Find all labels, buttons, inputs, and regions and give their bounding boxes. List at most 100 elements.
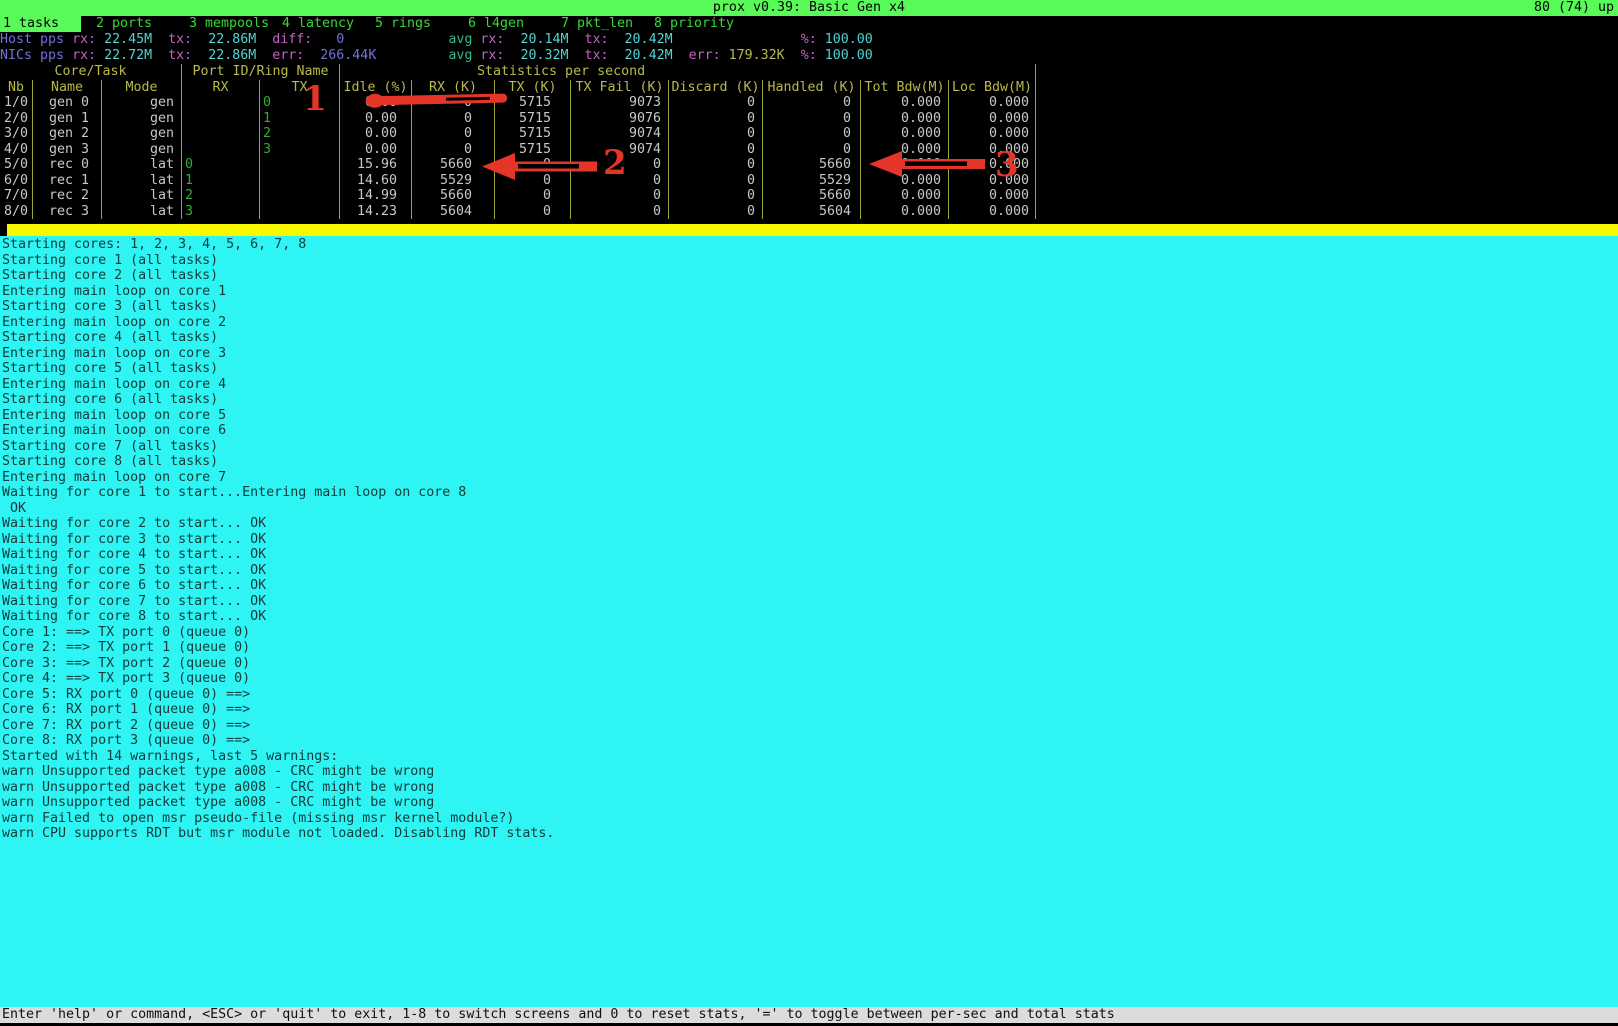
table-cell: 15.96 <box>340 157 412 173</box>
log-line: Waiting for core 3 to start... OK <box>2 532 1618 548</box>
table-cell: 9074 <box>571 142 669 158</box>
table-cell: 0.000 <box>861 173 949 189</box>
table-cell: 14.60 <box>340 173 412 189</box>
prox-terminal[interactable]: prox v0.39: Basic Gen x4 80 (74) up 1 ta… <box>0 0 1618 1026</box>
table-cell: gen <box>102 142 182 158</box>
table-cell <box>260 188 340 204</box>
table-cell: 0 <box>495 204 571 220</box>
log-line: warn CPU supports RDT but msr module not… <box>2 826 1618 842</box>
log-line: Starting core 8 (all tasks) <box>2 454 1618 470</box>
log-line: Entering main loop on core 2 <box>2 315 1618 331</box>
table-cell: 0.000 <box>949 204 1036 220</box>
table-cell: gen 0 <box>33 95 102 111</box>
log-line: Waiting for core 6 to start... OK <box>2 578 1618 594</box>
table-cell: 0 <box>571 157 669 173</box>
table-cell: 5529 <box>412 173 495 189</box>
title-bar: prox v0.39: Basic Gen x4 80 (74) up <box>0 0 1618 16</box>
group-header-statistics: Statistics per second <box>340 64 1036 80</box>
uptime-counter: 80 (74) up <box>1534 0 1614 16</box>
table-cell: 0 <box>763 126 861 142</box>
tab-ports[interactable]: 2 ports <box>93 16 186 32</box>
log-line: Core 1: ==> TX port 0 (queue 0) <box>2 625 1618 641</box>
table-cell: 0.000 <box>949 142 1036 158</box>
table-cell: 2 <box>182 188 260 204</box>
log-line: Starting core 5 (all tasks) <box>2 361 1618 377</box>
table-cell <box>182 95 260 111</box>
log-line: Starting core 6 (all tasks) <box>2 392 1618 408</box>
group-header-core-task: Core/Task <box>0 64 182 80</box>
table-cell: 0 <box>763 111 861 127</box>
table-cell: 8/0 <box>0 204 33 220</box>
table-cell: 0.00 <box>340 126 412 142</box>
table-group-header: Core/Task Port ID/Ring Name Statistics p… <box>0 64 1036 80</box>
table-cell: 0 <box>412 95 495 111</box>
tab-pkt_len[interactable]: 7 pkt_len <box>558 16 651 32</box>
log-line: Waiting for core 2 to start... OK <box>2 516 1618 532</box>
table-cell: lat <box>102 173 182 189</box>
log-line: Waiting for core 7 to start... OK <box>2 594 1618 610</box>
column-header: Tot Bdw(M) <box>861 80 949 96</box>
table-cell: rec 2 <box>33 188 102 204</box>
table-cell: 0 <box>669 157 763 173</box>
table-cell: 0 <box>182 157 260 173</box>
table-cell: 2 <box>260 126 340 142</box>
log-line: Entering main loop on core 1 <box>2 284 1618 300</box>
table-cell: 0 <box>669 126 763 142</box>
log-line: Entering main loop on core 4 <box>2 377 1618 393</box>
table-cell: 5604 <box>412 204 495 220</box>
table-cell <box>260 157 340 173</box>
tab-latency[interactable]: 4 latency <box>279 16 372 32</box>
log-line: Core 4: ==> TX port 3 (queue 0) <box>2 671 1618 687</box>
table-cell: rec 1 <box>33 173 102 189</box>
table-cell: gen <box>102 111 182 127</box>
table-cell: 1/0 <box>0 95 33 111</box>
table-cell: lat <box>102 204 182 220</box>
tab-priority[interactable]: 8 priority <box>651 16 744 32</box>
table-cell: 0.000 <box>949 126 1036 142</box>
table-cell: 0.000 <box>861 126 949 142</box>
log-line: Starting core 2 (all tasks) <box>2 268 1618 284</box>
table-cell: 5715 <box>495 95 571 111</box>
table-cell: 5529 <box>763 173 861 189</box>
table-cell: 5660 <box>763 188 861 204</box>
table-cell: 0 <box>495 157 571 173</box>
column-header: TX <box>260 80 340 96</box>
log-line: Entering main loop on core 6 <box>2 423 1618 439</box>
table-cell: 0.000 <box>861 188 949 204</box>
table-cell: 0 <box>763 142 861 158</box>
table-cell: 14.99 <box>340 188 412 204</box>
table-cell <box>260 204 340 220</box>
tab-l4gen[interactable]: 6 l4gen <box>465 16 558 32</box>
column-header: Handled (K) <box>763 80 861 96</box>
table-cell: 0 <box>412 142 495 158</box>
log-line: OK <box>2 501 1618 517</box>
tab-tasks[interactable]: 1 tasks <box>0 16 81 32</box>
table-cell: 0 <box>412 111 495 127</box>
log-line: Core 5: RX port 0 (queue 0) ==> <box>2 687 1618 703</box>
table-cell: 0 <box>669 95 763 111</box>
nics-pps-line: NICs pps rx: 22.72M tx: 22.86M err: 266.… <box>0 48 873 64</box>
log-line: Starting core 1 (all tasks) <box>2 253 1618 269</box>
table-cell: 0 <box>260 95 340 111</box>
table-cell: 5604 <box>763 204 861 220</box>
log-line: Waiting for core 1 to start...Entering m… <box>2 485 1618 501</box>
tab-rings[interactable]: 5 rings <box>372 16 465 32</box>
log-line: warn Failed to open msr pseudo-file (mis… <box>2 811 1618 827</box>
log-line: Core 7: RX port 2 (queue 0) ==> <box>2 718 1618 734</box>
table-cell: 0.000 <box>861 95 949 111</box>
table-cell: 0.000 <box>949 188 1036 204</box>
table-cell <box>260 173 340 189</box>
table-cell: 0.00 <box>340 111 412 127</box>
column-header: Name <box>33 80 102 96</box>
table-cell: 0 <box>495 173 571 189</box>
log-line: Waiting for core 4 to start... OK <box>2 547 1618 563</box>
log-line: Starting core 4 (all tasks) <box>2 330 1618 346</box>
tab-mempools[interactable]: 3 mempools <box>186 16 279 32</box>
app-title: prox v0.39: Basic Gen x4 <box>0 0 1618 16</box>
table-cell <box>182 126 260 142</box>
column-header: RX <box>182 80 260 96</box>
log-line: Core 2: ==> TX port 1 (queue 0) <box>2 640 1618 656</box>
table-cell: gen 2 <box>33 126 102 142</box>
table-cell: 0.000 <box>861 157 949 173</box>
tab-bar: 1 tasks 2 ports3 mempools4 latency5 rings… <box>0 16 1618 32</box>
